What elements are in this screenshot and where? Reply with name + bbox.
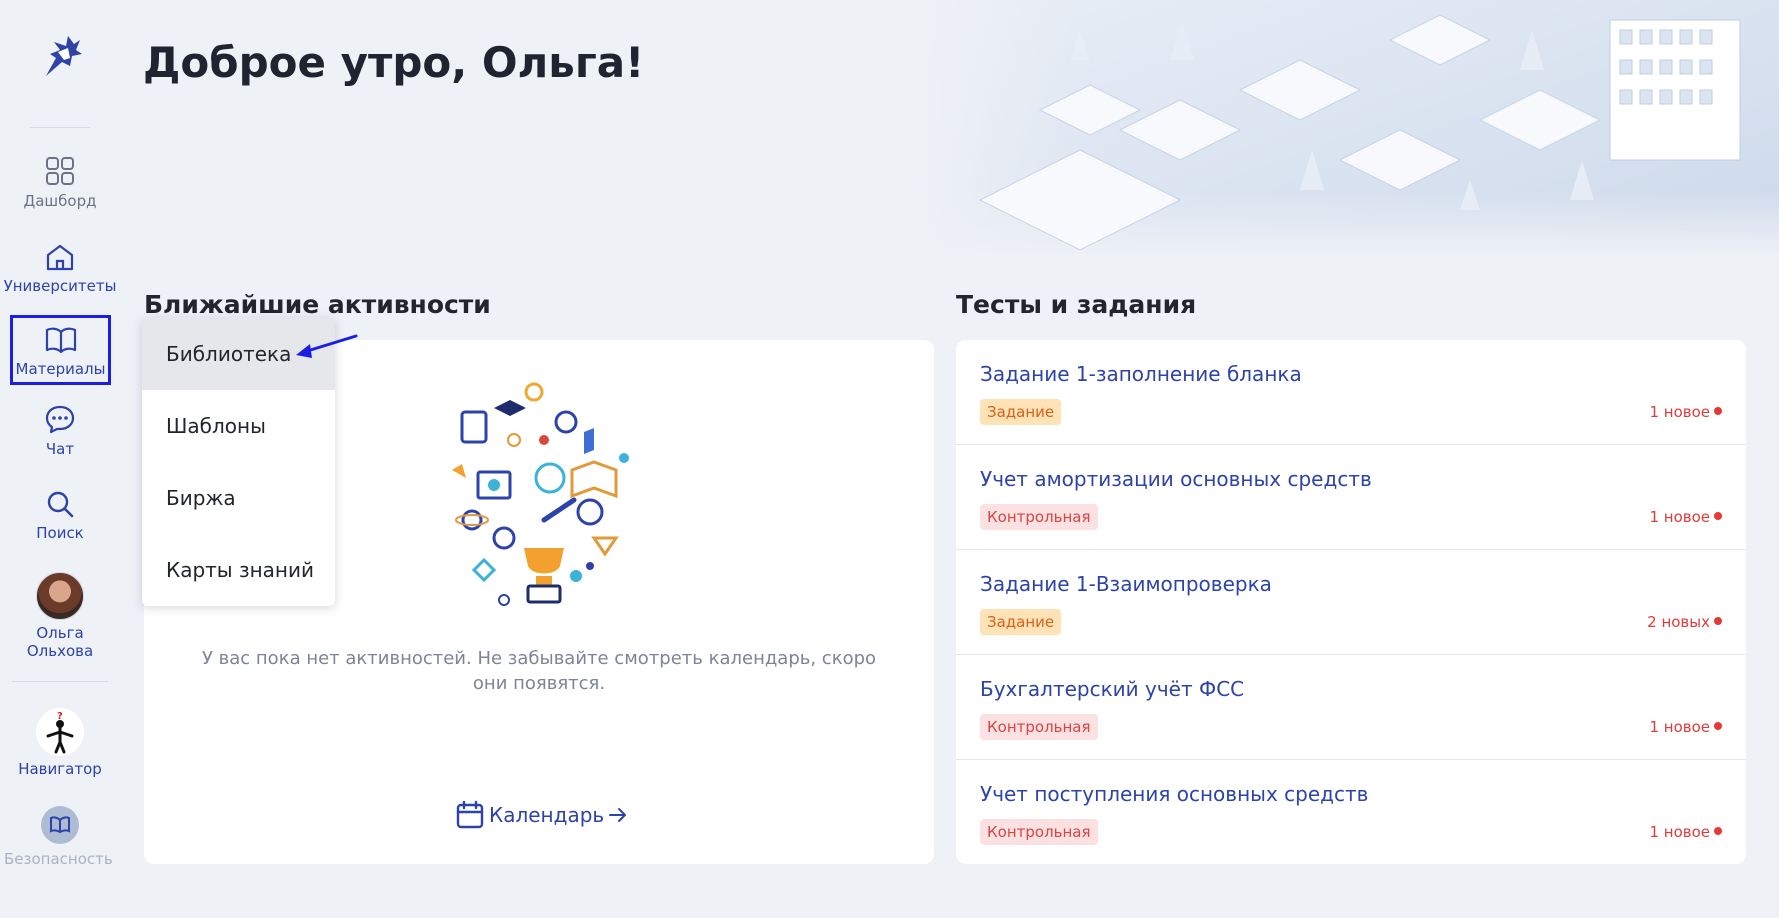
user-first-name: Ольга — [36, 624, 84, 642]
task-title[interactable]: Бухгалтерский учёт ФСС — [980, 677, 1244, 701]
education-illustration-icon — [452, 382, 629, 606]
sidebar-item-label: Материалы — [15, 360, 106, 378]
user-last-name: Ольхова — [26, 642, 94, 660]
sidebar-item-navigator[interactable]: ? Навигатор — [0, 708, 120, 778]
sidebar-item-dashboard[interactable]: Дашборд — [0, 156, 120, 210]
new-indicator-dot — [1714, 827, 1722, 835]
sidebar-item-chat[interactable]: Чат — [0, 404, 120, 458]
new-indicator-dot — [1714, 722, 1722, 730]
task-type-badge: Задание — [980, 399, 1062, 425]
activities-title: Ближайшие активности — [144, 290, 491, 319]
task-title[interactable]: Учет амортизации основных средств — [980, 467, 1372, 491]
app: Дашборд Университеты Материалы Чат Поиск… — [0, 0, 1779, 918]
sidebar-item-label: Чат — [45, 440, 75, 458]
task-item[interactable]: Учет поступления основных средств Контро… — [956, 760, 1746, 864]
sidebar-item-label: Университеты — [3, 277, 117, 295]
task-type-badge: Контрольная — [980, 504, 1098, 530]
task-title[interactable]: Задание 1-заполнение бланка — [980, 362, 1302, 386]
calendar-icon — [456, 800, 484, 829]
new-indicator-dot — [1714, 512, 1722, 520]
sidebar-item-universities[interactable]: Университеты — [0, 243, 120, 295]
header-banner-image — [920, 0, 1779, 255]
task-item[interactable]: Бухгалтерский учёт ФСС Контрольная 1 нов… — [956, 655, 1746, 760]
sidebar-item-search[interactable]: Поиск — [0, 490, 120, 542]
navigator-icon: ? — [36, 708, 84, 756]
menu-item-knowledge-maps[interactable]: Карты знаний — [142, 534, 335, 606]
sidebar-item-label: Безопасность жизнедеятельн — [4, 850, 116, 868]
task-item[interactable]: Задание 1-Взаимопроверка Задание 2 новых — [956, 550, 1746, 655]
search-icon — [47, 491, 74, 518]
arrow-right-icon — [609, 808, 627, 822]
sidebar-item-label: Навигатор — [18, 760, 102, 778]
new-count: 1 новое — [1649, 823, 1710, 841]
menu-item-exchange[interactable]: Биржа — [142, 462, 335, 534]
avatar — [36, 572, 84, 620]
task-title[interactable]: Учет поступления основных средств — [980, 782, 1368, 806]
empty-activities-message: У вас пока нет активностей. Не забывайте… — [201, 648, 877, 694]
task-item[interactable]: Задание 1-заполнение бланка Задание 1 но… — [956, 340, 1746, 445]
chat-icon — [45, 405, 75, 434]
home-icon — [46, 244, 74, 271]
page-title: Доброе утро, Ольга! — [143, 38, 645, 87]
sidebar-item-label: Поиск — [36, 524, 84, 542]
book-icon — [45, 327, 76, 354]
menu-item-templates[interactable]: Шаблоны — [142, 390, 335, 462]
new-count: 1 новое — [1649, 508, 1710, 526]
task-type-badge: Контрольная — [980, 714, 1098, 740]
sidebar-item-label: Дашборд — [23, 192, 97, 210]
new-indicator-dot — [1714, 617, 1722, 625]
sidebar-user-profile[interactable]: Ольга Ольхова — [0, 572, 120, 660]
sidebar-divider — [30, 127, 90, 128]
sidebar-divider — [12, 681, 108, 682]
sidebar: Дашборд Университеты Материалы Чат Поиск… — [0, 0, 120, 918]
annotation-arrow-icon — [296, 334, 358, 358]
sidebar-item-materials[interactable]: Материалы — [10, 315, 111, 385]
task-type-badge: Контрольная — [980, 819, 1098, 845]
sidebar-item-course[interactable]: Безопасность жизнедеятельн — [0, 806, 120, 868]
task-type-badge: Задание — [980, 609, 1062, 635]
grid-icon — [46, 157, 74, 185]
new-count: 1 новое — [1649, 403, 1710, 421]
new-count: 1 новое — [1649, 718, 1710, 736]
new-indicator-dot — [1714, 407, 1722, 415]
tests-title: Тесты и задания — [956, 290, 1197, 319]
logo-icon[interactable] — [34, 30, 86, 82]
course-book-icon — [41, 806, 79, 844]
tests-card: Задание 1-заполнение бланка Задание 1 но… — [956, 340, 1746, 864]
calendar-link[interactable]: Календарь — [455, 800, 628, 830]
new-count: 2 новых — [1647, 613, 1710, 631]
calendar-link-label: Календарь — [489, 803, 605, 827]
task-item[interactable]: Учет амортизации основных средств Контро… — [956, 445, 1746, 550]
task-title[interactable]: Задание 1-Взаимопроверка — [980, 572, 1272, 596]
